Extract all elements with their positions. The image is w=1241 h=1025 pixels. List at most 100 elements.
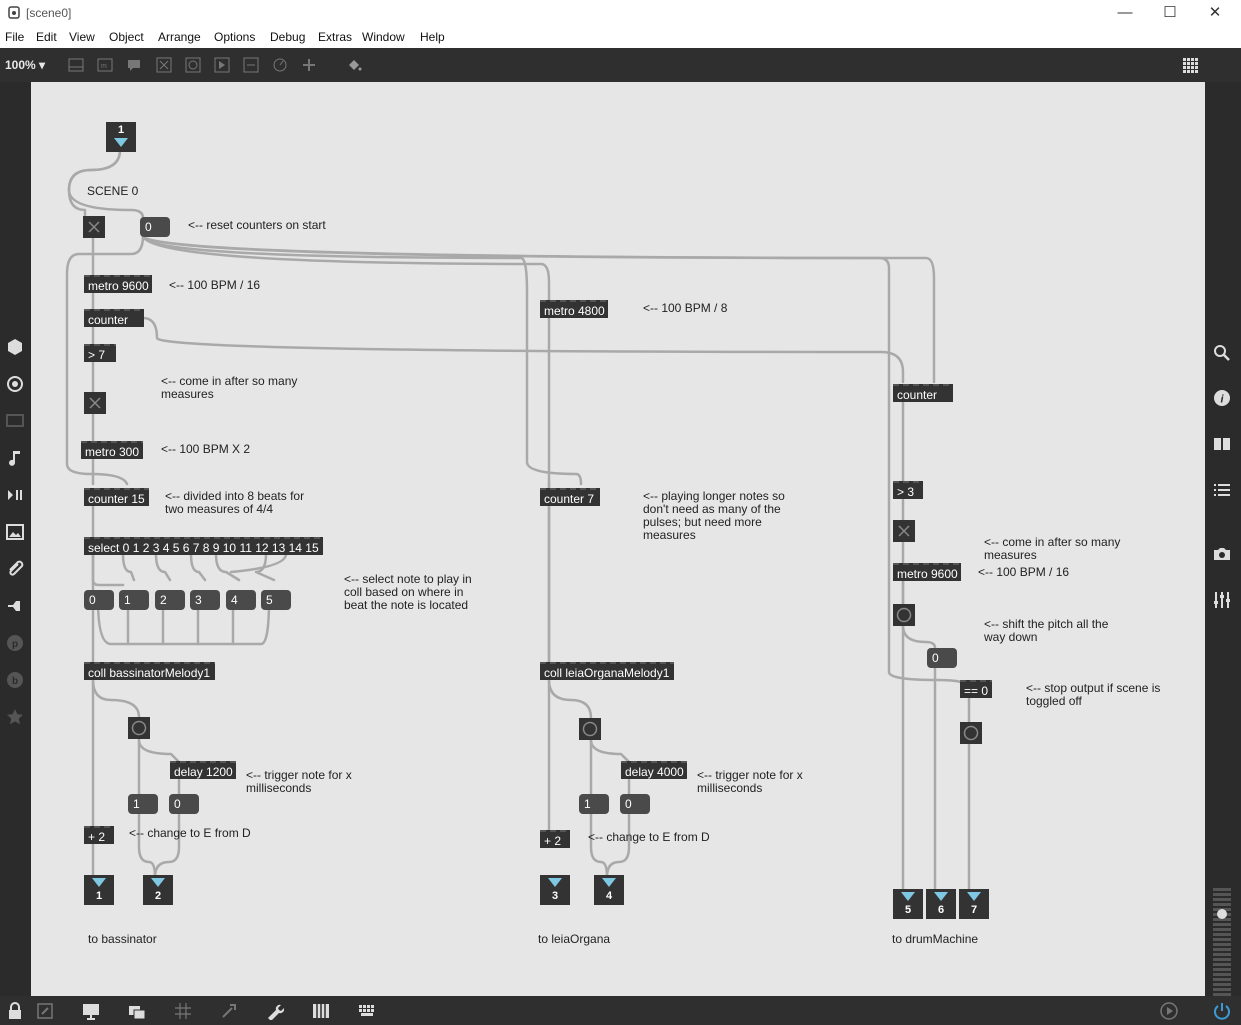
lock-icon[interactable]	[6, 1002, 24, 1020]
outlet-6[interactable]: 6	[926, 889, 956, 919]
close-button[interactable]: ✕	[1200, 3, 1230, 23]
delay-4000-object[interactable]: delay 4000	[621, 761, 687, 779]
minimize-button[interactable]: —	[1110, 3, 1140, 23]
menu-file[interactable]: File	[5, 30, 24, 44]
search-icon[interactable]	[1213, 344, 1231, 362]
counter-7-object[interactable]: counter 7	[540, 488, 600, 506]
outlet-1[interactable]: 1	[84, 875, 114, 905]
note-message-2[interactable]: 2	[155, 590, 185, 610]
book-icon[interactable]	[1213, 435, 1231, 453]
new-dial-icon[interactable]	[272, 57, 288, 73]
bang-button-1[interactable]	[128, 717, 150, 739]
counter-15-object[interactable]: counter 15	[84, 488, 149, 506]
delay-1200-object[interactable]: delay 1200	[170, 761, 236, 779]
note-on-message-1[interactable]: 1	[128, 794, 158, 814]
volume-knob[interactable]	[1217, 909, 1227, 919]
new-slider-icon[interactable]	[243, 57, 259, 73]
power-icon[interactable]	[1213, 1002, 1231, 1020]
reset-message[interactable]: 0	[140, 217, 170, 237]
list-icon[interactable]	[1213, 481, 1231, 499]
counter-object-3[interactable]: counter	[893, 384, 953, 402]
bang-button-2[interactable]	[579, 718, 601, 740]
new-toggle-icon[interactable]	[156, 57, 172, 73]
paint-bucket-icon[interactable]	[346, 57, 362, 73]
presentation-icon[interactable]	[82, 1002, 100, 1020]
scene-toggle[interactable]	[83, 216, 105, 238]
package-icon[interactable]	[6, 338, 24, 356]
menu-object[interactable]: Object	[109, 30, 144, 44]
outlet-7[interactable]: 7	[959, 889, 989, 919]
outlet-2[interactable]: 2	[143, 875, 173, 905]
menu-debug[interactable]: Debug	[270, 30, 305, 44]
edit-icon[interactable]	[36, 1002, 54, 1020]
clip-icon[interactable]	[6, 560, 24, 578]
add-icon[interactable]	[301, 57, 317, 73]
come-in-toggle-1[interactable]	[84, 392, 106, 414]
keyboard-icon[interactable]	[358, 1002, 376, 1020]
menu-extras[interactable]: Extras	[318, 30, 352, 44]
select-object[interactable]: select 0 1 2 3 4 5 6 7 8 9 10 11 12 13 1…	[84, 537, 323, 555]
new-inlet-icon[interactable]	[214, 57, 230, 73]
menu-arrange[interactable]: Arrange	[158, 30, 201, 44]
coll-bassinator-object[interactable]: coll bassinatorMelody1	[84, 662, 215, 680]
metro-9600-object[interactable]: metro 9600	[84, 275, 152, 293]
image-icon[interactable]	[6, 523, 24, 541]
note-off-message-1[interactable]: 0	[169, 794, 199, 814]
note-message-0[interactable]: 0	[84, 590, 114, 610]
p-icon[interactable]: p	[6, 634, 24, 652]
patcher-canvas[interactable]: 1 SCENE 0 0 <-- reset counters on start …	[31, 82, 1205, 996]
new-message-icon[interactable]: m	[97, 57, 113, 73]
metro-9600-object-2[interactable]: metro 9600	[893, 563, 961, 581]
target-icon[interactable]	[6, 375, 24, 393]
note-message-5[interactable]: 5	[261, 590, 291, 610]
window-icon[interactable]	[128, 1002, 146, 1020]
menu-edit[interactable]: Edit	[36, 30, 57, 44]
bang-button-4[interactable]	[960, 722, 982, 744]
new-object-icon[interactable]	[68, 57, 84, 73]
star-icon[interactable]	[6, 708, 24, 726]
note-on-message-2[interactable]: 1	[579, 794, 609, 814]
metro-4800-object[interactable]: metro 4800	[540, 300, 608, 318]
plus-2-object-1[interactable]: + 2	[84, 826, 114, 844]
coll-leia-organa-object[interactable]: coll leiaOrganaMelody1	[540, 662, 674, 680]
piano-icon[interactable]	[312, 1002, 330, 1020]
menu-window[interactable]: Window	[362, 30, 405, 44]
note-off-message-2[interactable]: 0	[620, 794, 650, 814]
outlet-5[interactable]: 5	[893, 889, 923, 919]
come-in-toggle-2[interactable]	[893, 520, 915, 542]
transport-play-icon[interactable]	[1160, 1002, 1178, 1020]
sliders-icon[interactable]	[1213, 591, 1231, 609]
outlet-3[interactable]: 3	[540, 875, 570, 905]
grid-icon[interactable]	[174, 1002, 192, 1020]
info-icon[interactable]: i	[1213, 389, 1231, 407]
plus-2-object-2[interactable]: + 2	[540, 830, 570, 848]
eq0-object[interactable]: == 0	[960, 680, 992, 698]
monitor-icon[interactable]	[6, 412, 24, 430]
new-comment-icon[interactable]	[126, 57, 142, 73]
inlet-1[interactable]: 1	[106, 122, 136, 152]
maximize-button[interactable]: ☐	[1155, 3, 1185, 23]
step-icon[interactable]	[6, 486, 24, 504]
note-message-1[interactable]: 1	[119, 590, 149, 610]
menu-options[interactable]: Options	[214, 30, 255, 44]
camera-icon[interactable]	[1213, 545, 1231, 563]
menu-view[interactable]: View	[69, 30, 95, 44]
plug-icon[interactable]	[6, 597, 24, 615]
note-icon[interactable]	[6, 449, 24, 467]
bang-button-3[interactable]	[893, 604, 915, 626]
grid-apps-icon[interactable]	[1182, 55, 1202, 75]
counter-object-1[interactable]: counter	[84, 309, 144, 327]
menu-help[interactable]: Help	[420, 30, 445, 44]
wrench-icon[interactable]	[266, 1002, 284, 1020]
outlet-4[interactable]: 4	[594, 875, 624, 905]
b-icon[interactable]: b	[6, 671, 24, 689]
volume-meter[interactable]	[1213, 888, 1231, 996]
gt7-object[interactable]: > 7	[84, 344, 116, 362]
metro-300-object[interactable]: metro 300	[81, 441, 143, 459]
note-message-4[interactable]: 4	[226, 590, 256, 610]
pitch-zero-message[interactable]: 0	[927, 648, 957, 668]
new-bang-icon[interactable]	[185, 57, 201, 73]
snap-icon[interactable]	[220, 1002, 238, 1020]
zoom-level[interactable]: 100% ▾	[5, 58, 45, 72]
gt3-object[interactable]: > 3	[893, 481, 923, 499]
